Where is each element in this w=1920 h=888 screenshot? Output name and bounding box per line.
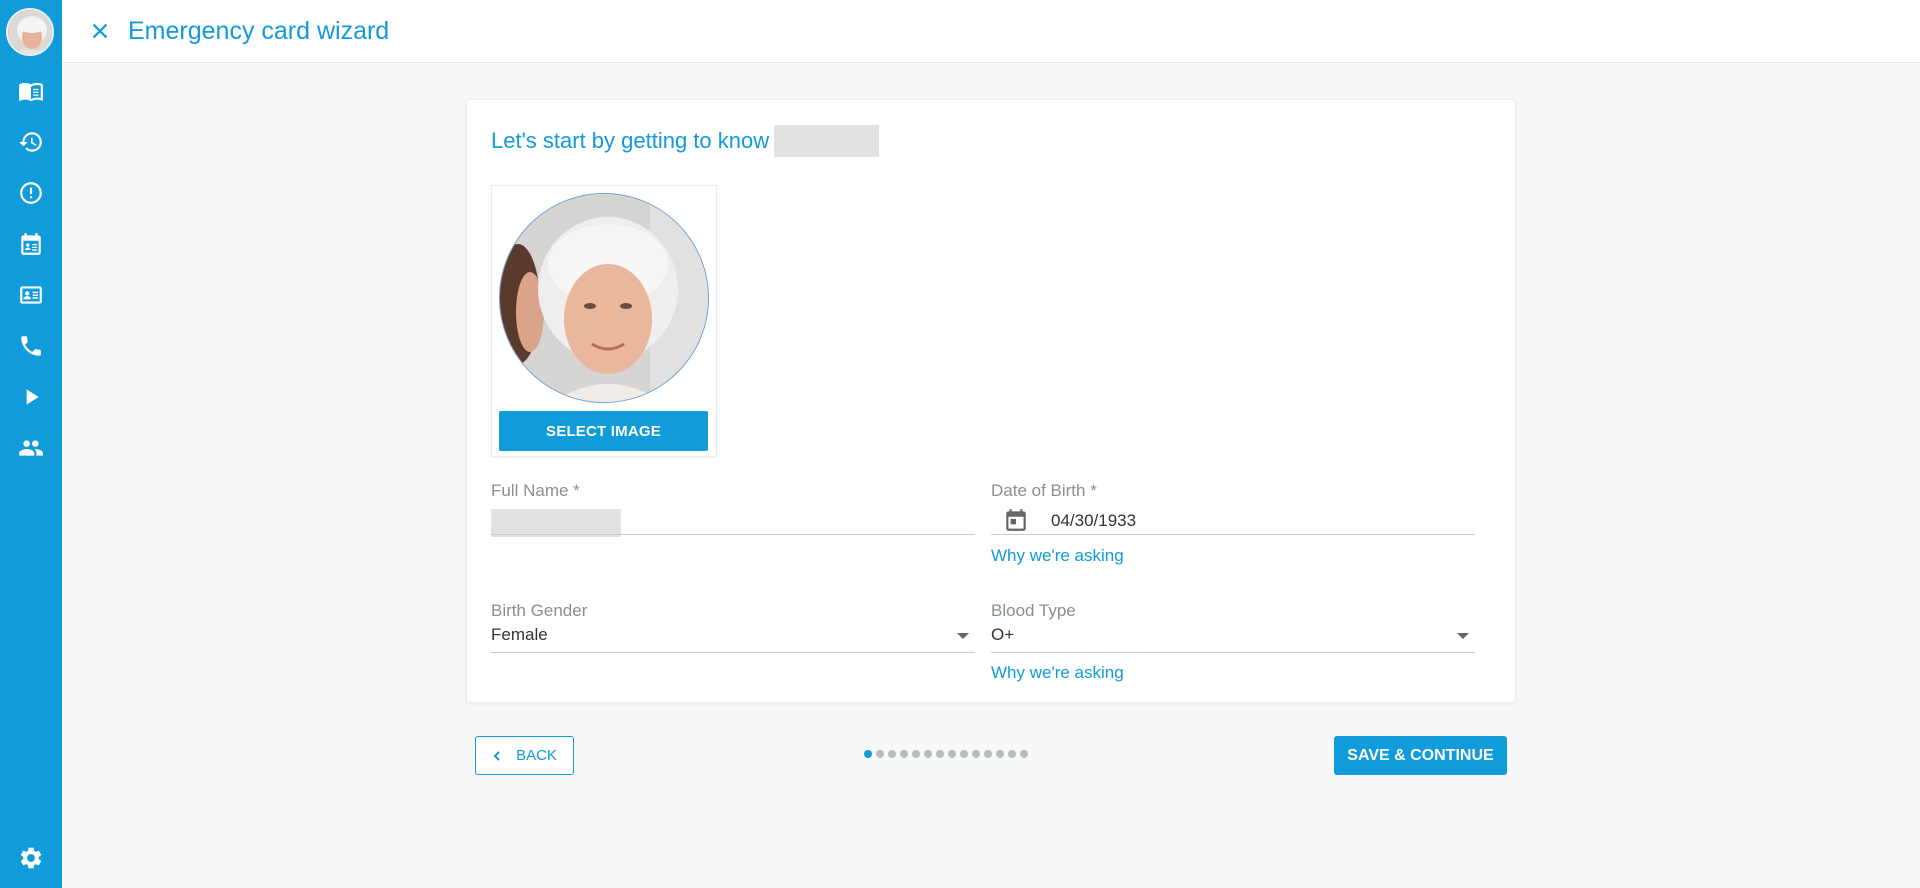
redacted-full-name xyxy=(491,509,621,537)
people-icon[interactable] xyxy=(0,428,62,468)
blood-type-select[interactable]: O+ xyxy=(991,622,1475,652)
sidebar xyxy=(0,0,62,888)
back-button-label: BACK xyxy=(516,747,557,764)
phone-icon[interactable] xyxy=(0,326,62,366)
step-dot[interactable] xyxy=(864,750,872,758)
chevron-down-icon xyxy=(957,633,969,639)
full-name-label: Full Name * xyxy=(491,481,580,500)
chevron-left-icon xyxy=(493,750,500,761)
card-heading-text: Let's start by getting to know xyxy=(491,128,770,153)
gender-value: Female xyxy=(491,625,548,644)
step-dot[interactable] xyxy=(972,750,980,758)
step-dot[interactable] xyxy=(924,750,932,758)
back-button[interactable]: BACK xyxy=(475,736,574,775)
step-dot[interactable] xyxy=(912,750,920,758)
dob-underline xyxy=(991,534,1475,535)
step-dot[interactable] xyxy=(888,750,896,758)
wizard-card: Let's start by getting to know SELECT IM… xyxy=(466,99,1516,703)
full-name-field[interactable] xyxy=(491,505,975,537)
blood-type-underline xyxy=(991,652,1475,653)
history-icon[interactable] xyxy=(0,122,62,162)
gender-select[interactable]: Female xyxy=(491,622,975,652)
dob-why-link[interactable]: Why we're asking xyxy=(991,546,1124,566)
step-dot[interactable] xyxy=(960,750,968,758)
top-bar: Emergency card wizard xyxy=(62,0,1920,63)
redacted-name xyxy=(774,125,880,157)
step-dot[interactable] xyxy=(1008,750,1016,758)
blood-type-label: Blood Type xyxy=(991,601,1076,620)
dob-label: Date of Birth * xyxy=(991,481,1097,500)
dob-field[interactable]: 04/30/1933 xyxy=(991,505,1475,534)
profile-photo xyxy=(499,193,709,403)
gear-icon[interactable] xyxy=(0,838,62,878)
chevron-down-icon xyxy=(1457,633,1469,639)
page-title: Emergency card wizard xyxy=(128,17,390,45)
photo-box: SELECT IMAGE xyxy=(491,185,717,457)
step-dot[interactable] xyxy=(984,750,992,758)
step-dot[interactable] xyxy=(936,750,944,758)
gender-label: Birth Gender xyxy=(491,601,588,620)
user-avatar[interactable] xyxy=(6,8,54,56)
step-dot[interactable] xyxy=(876,750,884,758)
blood-type-why-link[interactable]: Why we're asking xyxy=(991,663,1124,683)
calendar-contact-icon[interactable] xyxy=(0,224,62,264)
id-card-icon[interactable] xyxy=(0,275,62,315)
close-icon[interactable] xyxy=(86,17,114,45)
full-name-underline xyxy=(491,534,975,535)
step-dot[interactable] xyxy=(996,750,1004,758)
card-heading: Let's start by getting to know xyxy=(491,125,880,157)
gender-underline xyxy=(491,652,975,653)
step-dot[interactable] xyxy=(1020,750,1028,758)
book-icon[interactable] xyxy=(0,71,62,111)
step-indicator xyxy=(864,750,1028,758)
calendar-icon[interactable] xyxy=(1003,507,1029,533)
save-continue-button[interactable]: SAVE & CONTINUE xyxy=(1334,736,1507,775)
dob-value: 04/30/1933 xyxy=(1051,511,1137,530)
select-image-button[interactable]: SELECT IMAGE xyxy=(499,411,708,451)
blood-type-value: O+ xyxy=(991,625,1015,644)
step-dot[interactable] xyxy=(948,750,956,758)
step-dot[interactable] xyxy=(900,750,908,758)
play-icon[interactable] xyxy=(0,377,62,417)
alert-icon[interactable] xyxy=(0,173,62,213)
